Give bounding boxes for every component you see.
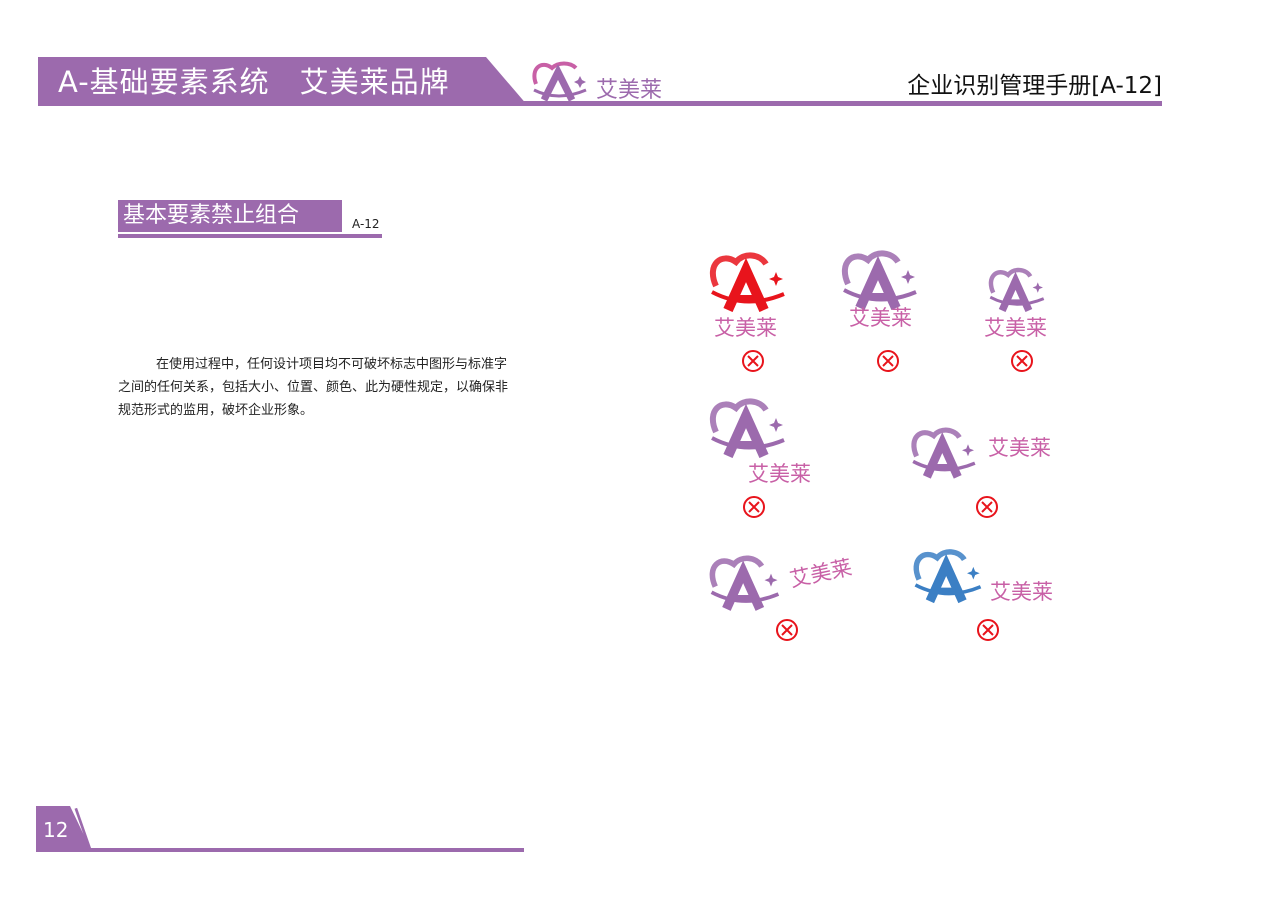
header-logo-text: 艾美莱 (596, 78, 663, 103)
example-logo-text: 艾美莱 (748, 462, 811, 486)
forbidden-icon (975, 495, 999, 519)
manual-title: 企业识别管理手册[A-12] (907, 73, 1162, 99)
page-number: 12 (43, 818, 69, 842)
example-logo-text: 艾美莱 (988, 436, 1051, 460)
forbidden-icon (1010, 349, 1034, 373)
forbidden-icon (741, 349, 765, 373)
section-code: A-12 (352, 217, 380, 231)
body-paragraph: 在使用过程中，任何设计项目均不可破坏标志中图形与标准字之间的任何关系，包括大小、… (118, 357, 509, 418)
forbidden-icon (742, 495, 766, 519)
example-logo-icon (706, 552, 784, 616)
example-logo-icon (838, 248, 922, 314)
example-logo-icon (706, 250, 790, 316)
header-title: A-基础要素系统 艾美莱品牌 (58, 65, 450, 99)
example-logo-icon (908, 424, 980, 484)
page-slash-decoration (74, 807, 92, 851)
forbidden-icon (976, 618, 1000, 642)
section-underline (118, 234, 382, 238)
example-logo-icon (975, 266, 1059, 316)
forbidden-icon (775, 618, 799, 642)
example-logo-text: 艾美莱 (849, 306, 912, 330)
example-logo-text: 艾美莱 (990, 580, 1053, 604)
example-logo-icon (706, 396, 790, 462)
example-logo-icon (910, 546, 986, 608)
section-title: 基本要素禁止组合 (118, 200, 342, 232)
footer-rule (36, 848, 524, 852)
example-logo-text: 艾美莱 (714, 316, 777, 340)
forbidden-icon (876, 349, 900, 373)
example-logo-text: 艾美莱 (984, 316, 1047, 340)
header-logo-icon (532, 61, 587, 102)
example-logo-text: 艾美莱 (787, 555, 855, 592)
